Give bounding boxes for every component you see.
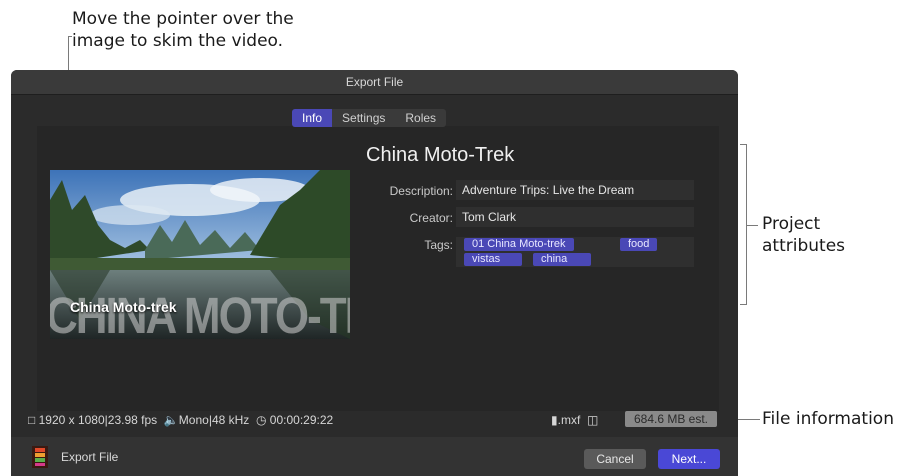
- tag-token[interactable]: vistas: [464, 253, 522, 266]
- project-attributes-callout: Project attributes: [762, 213, 845, 257]
- creator-field[interactable]: Tom Clark: [456, 207, 694, 227]
- pointer-callout-line2: image to skim the video.: [72, 31, 284, 51]
- pointer-leader-tick: [68, 36, 72, 37]
- speaker-icon: 🔈: [163, 413, 179, 427]
- file-extension: .mxf: [557, 413, 581, 427]
- export-window: Export File Info Settings Roles CHINA MO…: [11, 70, 738, 476]
- pointer-callout-line1: Move the pointer over the: [72, 9, 294, 29]
- project-bracket-top: [740, 144, 747, 145]
- sample-rate-value: 48 kHz: [211, 413, 250, 427]
- tag-token[interactable]: food: [620, 238, 658, 251]
- resolution-icon: □: [28, 413, 36, 427]
- tab-settings[interactable]: Settings: [332, 109, 395, 127]
- cancel-button[interactable]: Cancel: [584, 449, 646, 469]
- tab-roles[interactable]: Roles: [395, 109, 446, 127]
- fps-value: 23.98 fps: [107, 413, 158, 427]
- next-button[interactable]: Next...: [658, 449, 720, 469]
- resolution-value: 1920 x 1080: [38, 413, 105, 427]
- tab-bar: Info Settings Roles: [292, 109, 447, 127]
- project-callout-line2: attributes: [762, 236, 846, 256]
- tags-field[interactable]: 01 China Moto-trek food vistas china: [456, 237, 694, 267]
- pointer-callout: Move the pointer over the image to skim …: [72, 8, 294, 52]
- file-info-callout: File information: [762, 409, 894, 429]
- size-estimate: 684.6 MB est.: [625, 411, 717, 427]
- file-icon: ▮: [551, 413, 558, 427]
- file-extension-group: ▮.mxf ◫: [551, 413, 598, 427]
- status-bar: □ 1920 x 1080|23.98 fps 🔈Mono|48 kHz ◷ 0…: [28, 413, 334, 427]
- clock-icon: ◷: [255, 413, 267, 427]
- project-bracket-tick: [746, 225, 758, 226]
- audio-value: Mono: [178, 413, 209, 427]
- tags-label: Tags:: [424, 238, 453, 252]
- project-callout-line1: Project: [762, 214, 821, 234]
- description-label: Description:: [389, 184, 453, 198]
- tab-info[interactable]: Info: [292, 109, 333, 127]
- project-title: China Moto-Trek: [366, 144, 515, 166]
- display-icon: ◫: [586, 413, 599, 427]
- tag-token[interactable]: china: [533, 253, 591, 266]
- preview-overlay-title: China Moto-trek: [70, 299, 177, 315]
- description-field[interactable]: Adventure Trips: Live the Dream: [456, 180, 694, 200]
- window-title: Export File: [11, 70, 738, 95]
- footer-bar: Export File Cancel Next...: [11, 437, 738, 476]
- film-icon: [32, 446, 48, 468]
- creator-label: Creator:: [409, 211, 453, 225]
- duration-value: 00:00:29:22: [269, 413, 334, 427]
- footer-label: Export File: [61, 450, 119, 464]
- tag-token[interactable]: 01 China Moto-trek: [464, 238, 574, 251]
- video-preview[interactable]: CHINA MOTO-TREK China Moto-trek: [50, 170, 350, 339]
- project-bracket-bottom: [740, 304, 747, 305]
